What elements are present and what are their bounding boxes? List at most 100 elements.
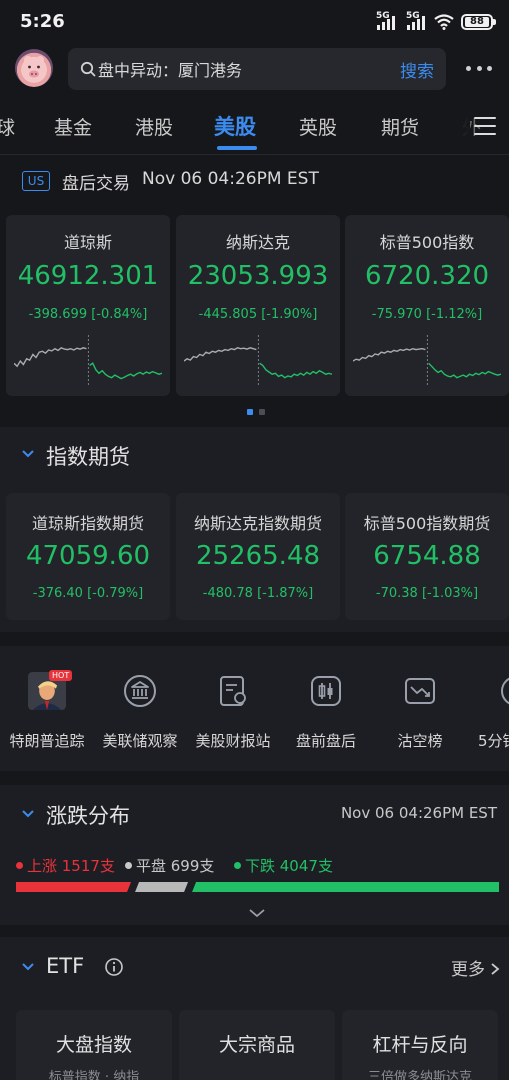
futures-price: 25265.48	[195, 541, 321, 571]
shortcut-label: 沽空榜	[397, 732, 443, 750]
sparkline-regular	[14, 346, 87, 368]
shortcut-label: 特朗普追踪	[9, 732, 85, 750]
chevron-down-icon[interactable]	[21, 809, 35, 819]
short-chart-icon	[405, 678, 435, 704]
etf-title[interactable]: ETF	[46, 954, 84, 978]
wifi-icon	[434, 14, 454, 30]
report-icon	[220, 676, 246, 706]
etf-card-label: 杠杆与反向	[372, 1034, 468, 1056]
clock-icon	[501, 677, 509, 705]
tab-futures[interactable]: 期货	[381, 113, 419, 140]
bank-icon	[124, 675, 156, 707]
sparkline-after-hours	[428, 362, 501, 379]
futures-card-sp500[interactable]: 标普500指数期货 6754.88 -70.38 [-1.03%]	[345, 493, 509, 620]
chevron-down-icon[interactable]	[21, 962, 35, 972]
index-card-sp500[interactable]: 标普500指数 6720.320 -75.970 [-1.12%]	[345, 215, 509, 396]
shortcut-5min[interactable]: 5分钟	[466, 667, 509, 757]
etf-card-broad-index[interactable]: 大盘指数 标普指数 · 纳指	[16, 1010, 172, 1080]
futures-price: 6754.88	[373, 541, 481, 571]
tab-hk-stocks[interactable]: 港股	[135, 113, 173, 140]
signal-icon: 5G	[406, 11, 425, 30]
distribution-title[interactable]: 涨跌分布	[46, 800, 130, 830]
menu-icon[interactable]	[474, 117, 496, 135]
legend-up: 上涨 1517支	[16, 855, 115, 876]
search-bar[interactable]: 盘中异动：厦门港务 搜索	[68, 48, 446, 90]
etf-card-label: 大盘指数	[55, 1034, 132, 1056]
info-icon[interactable]	[104, 957, 124, 977]
shortcut-trump-tracker[interactable]: HOT 特朗普追踪	[0, 667, 97, 757]
index-name: 标普500指数	[379, 233, 475, 252]
signal-icon: 5G	[376, 11, 395, 30]
tab-us-stocks[interactable]: 美股	[214, 111, 256, 141]
index-price: 6720.320	[364, 261, 490, 291]
hot-badge: HOT	[49, 670, 73, 681]
session-time: Nov 06 04:26PM EST	[142, 169, 319, 189]
index-price: 23053.993	[187, 261, 329, 291]
search-button[interactable]: 搜索	[400, 57, 434, 82]
index-sparkline	[184, 335, 332, 387]
sparkline-regular	[353, 347, 426, 362]
etf-more-link[interactable]: 更多	[451, 955, 500, 980]
more-dots-icon[interactable]	[466, 58, 492, 78]
distribution-bar	[16, 882, 499, 892]
chevron-down-icon[interactable]	[21, 449, 35, 459]
carousel-dots	[247, 409, 265, 415]
active-tab-indicator	[217, 146, 257, 150]
index-change: -398.699 [-0.84%]	[28, 307, 148, 322]
legend-flat: 平盘 699支	[125, 855, 214, 876]
etf-card-sub: 标普指数 · 纳指	[48, 1070, 140, 1080]
futures-change: -70.38 [-1.03%]	[375, 586, 479, 601]
index-sparkline	[14, 335, 162, 387]
shortcut-label: 美联储观察	[102, 732, 178, 750]
futures-change: -376.40 [-0.79%]	[32, 586, 144, 601]
sparkline-after-hours	[89, 362, 162, 380]
index-sparkline	[353, 335, 501, 387]
etf-card-commodities[interactable]: 大宗商品	[179, 1010, 335, 1080]
tab-uk-stocks[interactable]: 英股	[299, 113, 337, 140]
shortcut-label: 5分钟	[478, 732, 509, 750]
status-bar: 5:26 5G 5G 88	[0, 0, 509, 44]
shortcut-earnings[interactable]: 美股财报站	[183, 667, 283, 757]
battery-level: 88	[465, 17, 489, 27]
futures-price: 47059.60	[25, 541, 151, 571]
etf-card-label: 大宗商品	[218, 1034, 295, 1056]
etf-card-leveraged[interactable]: 杠杆与反向 三倍做多纳斯达克	[342, 1010, 498, 1080]
futures-name: 标普500指数期货	[363, 514, 491, 533]
futures-card-nasdaq[interactable]: 纳斯达克指数期货 25265.48 -480.78 [-1.87%]	[176, 493, 340, 620]
us-market-badge: US	[22, 171, 50, 191]
etf-card-sub: 三倍做多纳斯达克	[367, 1070, 472, 1080]
search-icon	[80, 61, 96, 77]
index-price: 46912.301	[17, 261, 159, 291]
chevron-right-icon	[491, 963, 500, 975]
battery-icon: 88	[461, 14, 496, 30]
tab-global[interactable]: 球	[0, 113, 15, 140]
index-change: -75.970 [-1.12%]	[371, 307, 483, 322]
shortcut-fed-watch[interactable]: 美联储观察	[90, 667, 190, 757]
index-name: 纳斯达克	[225, 233, 290, 252]
status-time: 5:26	[20, 11, 65, 32]
avatar[interactable]	[15, 49, 53, 87]
sparkline-regular	[184, 347, 257, 362]
shortcut-pre-post-market[interactable]: 盘前盘后	[276, 667, 376, 757]
expand-chevron-icon[interactable]	[248, 907, 266, 919]
index-card-nasdaq[interactable]: 纳斯达克 23053.993 -445.805 [-1.90%]	[176, 215, 340, 396]
session-label: 盘后交易	[62, 174, 130, 194]
futures-section-title[interactable]: 指数期货	[46, 441, 130, 471]
shortcut-label: 盘前盘后	[295, 732, 356, 750]
index-name: 道琼斯	[63, 233, 112, 252]
index-card-dow[interactable]: 道琼斯 46912.301 -398.699 [-0.84%]	[6, 215, 170, 396]
distribution-up-segment	[16, 882, 132, 892]
search-input[interactable]: 盘中异动：厦门港务	[98, 57, 400, 81]
index-change: -445.805 [-1.90%]	[198, 307, 318, 322]
distribution-time: Nov 06 04:26PM EST	[340, 804, 497, 822]
shortcut-short-sale[interactable]: 沽空榜	[370, 667, 470, 757]
futures-name: 道琼斯指数期货	[31, 514, 144, 533]
distribution-flat-segment	[135, 882, 189, 892]
legend-down: 下跌 4047支	[234, 855, 333, 876]
futures-change: -480.78 [-1.87%]	[202, 586, 314, 601]
candlestick-icon	[311, 676, 341, 706]
distribution-down-segment	[192, 882, 499, 892]
tab-fund[interactable]: 基金	[54, 113, 92, 140]
futures-card-dow[interactable]: 道琼斯指数期货 47059.60 -376.40 [-0.79%]	[6, 493, 170, 620]
shortcut-label: 美股财报站	[195, 732, 271, 750]
